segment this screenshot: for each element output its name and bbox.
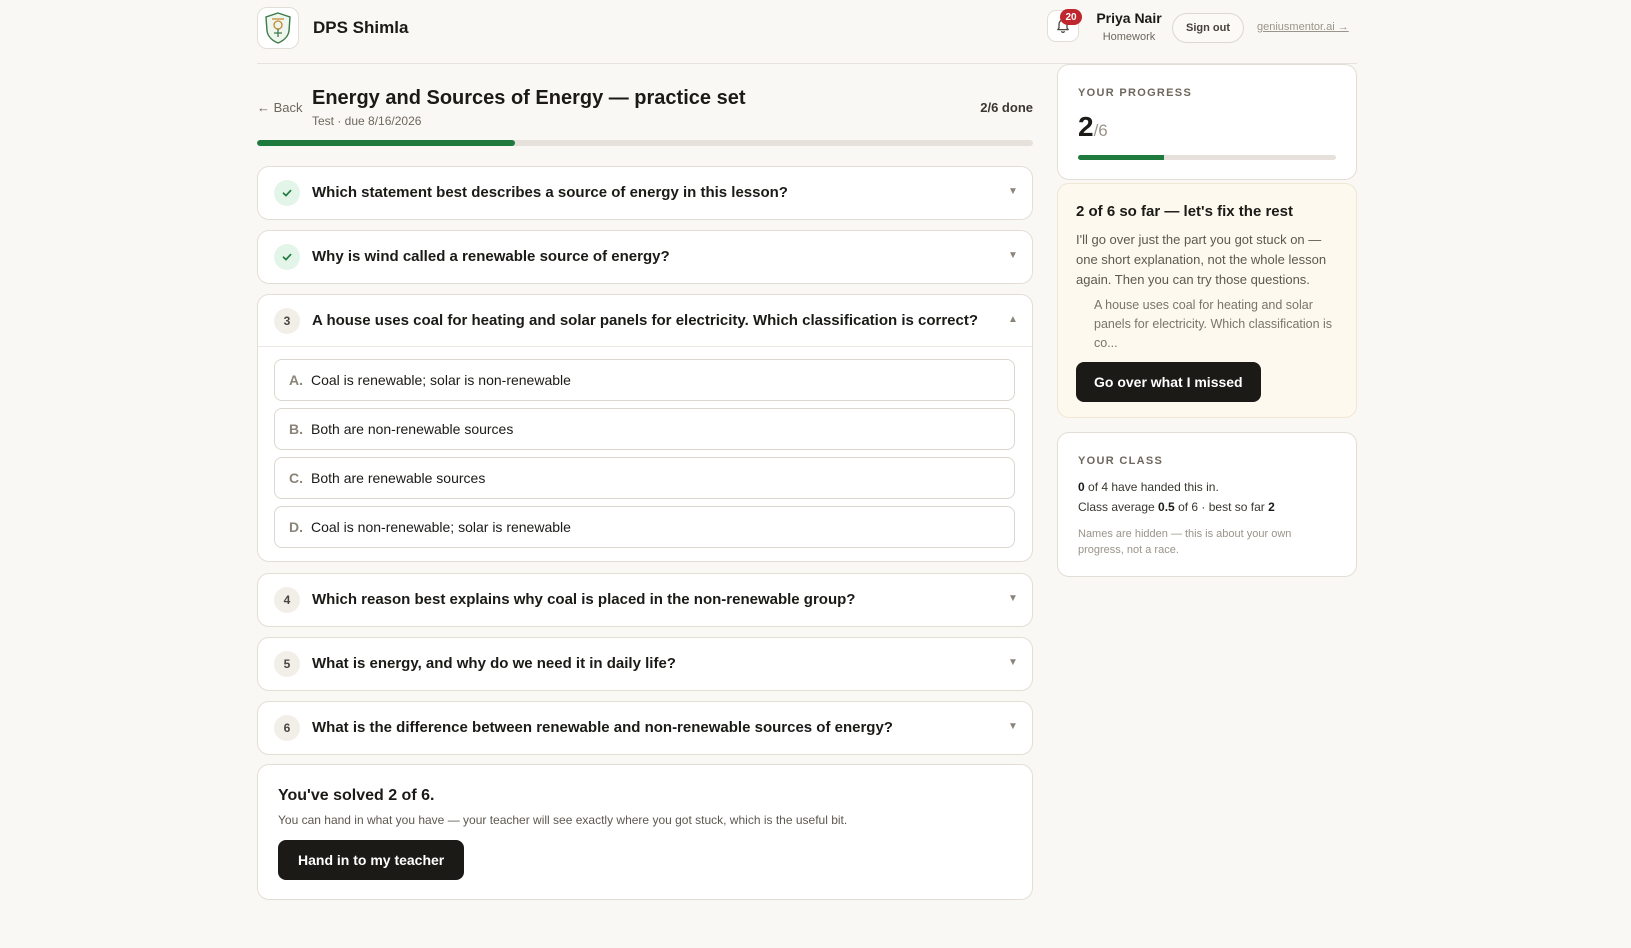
chevron-down-icon: ▼	[1008, 250, 1018, 261]
question-text-5: What is energy, and why do we need it in…	[312, 655, 676, 672]
question-text-6: What is the difference between renewable…	[312, 719, 893, 736]
question-card-3: 3 A house uses coal for heating and sola…	[257, 294, 1033, 562]
class-privacy-note: Names are hidden — this is about your ow…	[1078, 528, 1292, 556]
best-value: 2	[1268, 500, 1275, 514]
back-link[interactable]: ← Back	[257, 100, 303, 115]
hand-in-button[interactable]: Hand in to my teacher	[278, 840, 465, 880]
solved-summary-text: You can hand in what you have — your tea…	[278, 813, 848, 827]
option-text: Coal is renewable; solar is non-renewabl…	[311, 372, 571, 388]
answer-option-d[interactable]: D. Coal is non-renewable; solar is renew…	[274, 506, 1015, 548]
solved-summary-title: You've solved 2 of 6.	[278, 787, 435, 804]
school-logo[interactable]	[257, 7, 299, 49]
top-header: DPS Shimla 20 Priya Nair Homework Sign o…	[257, 0, 1357, 64]
option-letter: C.	[289, 470, 303, 486]
question-header-6[interactable]: 6 What is the difference between renewab…	[258, 702, 1032, 754]
question-card-2: Why is wind called a renewable source of…	[257, 230, 1033, 284]
app: DPS Shimla 20 Priya Nair Homework Sign o…	[257, 0, 1357, 948]
answer-option-c[interactable]: C. Both are renewable sources	[274, 457, 1015, 499]
handed-in-text: of 4 have handed this in.	[1084, 480, 1219, 494]
missed-question-excerpt: A house uses coal for heating and solar …	[1094, 298, 1333, 350]
go-over-missed-button[interactable]: Go over what I missed	[1076, 362, 1261, 402]
question-text-4: Which reason best explains why coal is p…	[312, 591, 856, 608]
progress-label: YOUR PROGRESS	[1078, 87, 1193, 99]
avg-prefix: Class average	[1078, 500, 1159, 514]
option-letter: A.	[289, 372, 303, 388]
class-average-stat: Class average 0.5 of 6 · best so far 2	[1078, 500, 1275, 514]
progress-panel-fill	[1078, 155, 1164, 160]
handed-in-count: 0	[1078, 480, 1085, 494]
chevron-down-icon: ▼	[1008, 721, 1018, 732]
class-panel: YOUR CLASS 0 of 4 have handed this in. C…	[1057, 432, 1357, 577]
sign-out-button[interactable]: Sign out	[1172, 13, 1244, 43]
chevron-down-icon: ▼	[1008, 657, 1018, 668]
question-number-6: 6	[274, 715, 300, 741]
progress-value: 2	[1078, 111, 1094, 142]
avg-value: 0.5	[1158, 500, 1175, 514]
question-header-2[interactable]: Why is wind called a renewable source of…	[258, 231, 1032, 283]
user-name: Priya Nair	[1096, 10, 1162, 26]
assignment-subtitle: Test · due 8/16/2026	[312, 114, 422, 128]
question-card-5: 5 What is energy, and why do we need it …	[257, 637, 1033, 691]
school-crest-icon	[265, 12, 291, 44]
option-text: Both are renewable sources	[311, 470, 486, 486]
chevron-down-icon: ▼	[1008, 593, 1018, 604]
progress-score: 2/6	[1078, 111, 1108, 143]
answer-option-a[interactable]: A. Coal is renewable; solar is non-renew…	[274, 359, 1015, 401]
class-label: YOUR CLASS	[1078, 455, 1164, 467]
question-text-1: Which statement best describes a source …	[312, 184, 788, 201]
school-name: DPS Shimla	[313, 18, 409, 37]
user-role: Homework	[1102, 31, 1156, 43]
progress-panel: YOUR PROGRESS 2/6	[1057, 64, 1357, 180]
hand-in-card: You've solved 2 of 6. You can hand in wh…	[257, 764, 1033, 900]
question-header-5[interactable]: 5 What is energy, and why do we need it …	[258, 638, 1032, 690]
option-text: Coal is non-renewable; solar is renewabl…	[311, 519, 571, 535]
chevron-down-icon: ▼	[1008, 186, 1018, 197]
review-help-panel: 2 of 6 so far — let's fix the rest I'll …	[1057, 183, 1357, 418]
notifications-count-badge: 20	[1060, 9, 1082, 25]
brand-link[interactable]: geniusmentor.ai →	[1257, 21, 1349, 33]
help-title: 2 of 6 so far — let's fix the rest	[1076, 203, 1293, 220]
answer-option-b[interactable]: B. Both are non-renewable sources	[274, 408, 1015, 450]
option-letter: D.	[289, 519, 303, 535]
question-text-2: Why is wind called a renewable source of…	[312, 248, 670, 265]
check-icon	[274, 244, 300, 270]
handed-in-stat: 0 of 4 have handed this in.	[1078, 480, 1219, 494]
avg-mid: of 6 · best so far	[1174, 500, 1269, 514]
question-card-4: 4 Which reason best explains why coal is…	[257, 573, 1033, 627]
question-number-4: 4	[274, 587, 300, 613]
question-header-1[interactable]: Which statement best describes a source …	[258, 167, 1032, 219]
progress-total: /6	[1093, 121, 1108, 140]
progress-panel-bar	[1078, 155, 1336, 160]
help-text: I'll go over just the part you got stuck…	[1076, 232, 1327, 287]
chevron-up-icon: ▲	[1008, 314, 1018, 325]
question-number-3: 3	[274, 308, 300, 334]
question-number-5: 5	[274, 651, 300, 677]
question-card-6: 6 What is the difference between renewab…	[257, 701, 1033, 755]
question-card-1: Which statement best describes a source …	[257, 166, 1033, 220]
question-header-3[interactable]: 3 A house uses coal for heating and sola…	[258, 295, 1032, 347]
question-divider	[258, 346, 1032, 347]
assignment-progress-bar	[257, 140, 1033, 146]
question-header-4[interactable]: 4 Which reason best explains why coal is…	[258, 574, 1032, 626]
question-text-3: A house uses coal for heating and solar …	[312, 312, 979, 329]
option-letter: B.	[289, 421, 303, 437]
assignment-title: Energy and Sources of Energy — practice …	[312, 87, 746, 109]
option-text: Both are non-renewable sources	[311, 421, 514, 437]
assignment-progress-fill	[257, 140, 516, 146]
done-counter: 2/6 done	[980, 100, 1033, 115]
check-icon	[274, 180, 300, 206]
